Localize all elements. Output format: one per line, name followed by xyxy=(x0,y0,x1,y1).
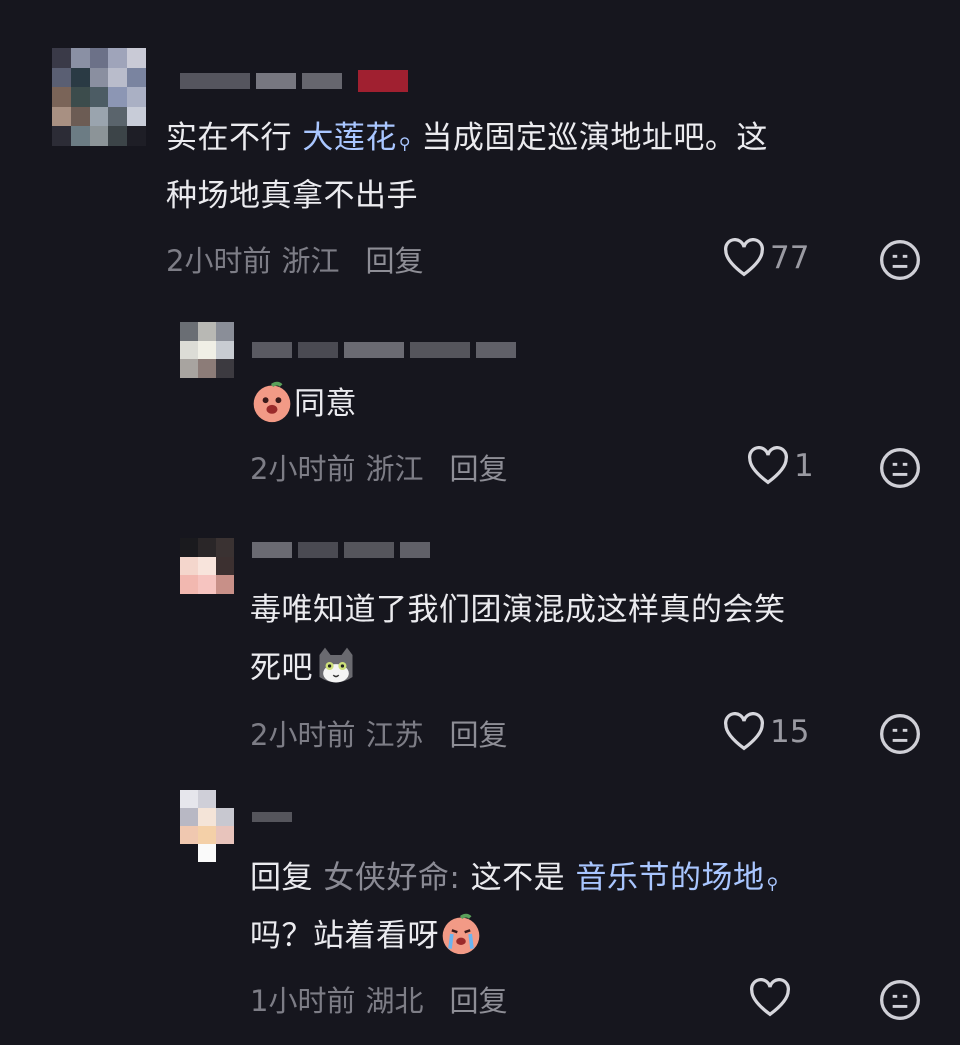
like-count: 77 xyxy=(770,240,810,276)
search-icon: ⚲ xyxy=(398,134,412,153)
heart-outline-icon xyxy=(724,712,764,751)
username-blurred[interactable] xyxy=(180,70,408,92)
timestamp: 2小时前 xyxy=(250,452,356,486)
comment-meta: 2小时前 浙江 回复 xyxy=(166,238,423,280)
reply-button[interactable]: 回复 xyxy=(365,244,423,278)
comment-text-line2: 种场地真拿不出手 xyxy=(166,178,418,214)
avatar[interactable] xyxy=(52,48,146,146)
heart-outline-icon xyxy=(750,978,790,1017)
username-blurred[interactable] xyxy=(252,542,430,558)
location: 浙江 xyxy=(365,452,424,486)
like-button[interactable]: 77 xyxy=(722,238,809,278)
like-count: 15 xyxy=(770,714,810,750)
like-button[interactable]: 15 xyxy=(722,712,809,752)
timestamp: 2小时前 xyxy=(250,718,356,752)
comment-text: 实在不行 大莲花 ⚲ 当成固定巡演地址吧。这 xyxy=(166,110,768,172)
peach-laugh-emoji-icon xyxy=(253,381,291,422)
like-button[interactable]: 1 xyxy=(746,446,814,486)
reply-button[interactable]: 回复 xyxy=(449,452,507,486)
comment-meta: 2小时前 浙江 回复 xyxy=(250,446,507,488)
mention-link[interactable]: 女侠好命: xyxy=(323,860,460,896)
search-link[interactable]: 大莲花 xyxy=(302,120,397,156)
search-link[interactable]: 音乐节的场地 xyxy=(576,860,765,896)
avatar[interactable] xyxy=(180,538,234,594)
avatar[interactable] xyxy=(180,322,234,378)
comment-meta: 2小时前 江苏 回复 xyxy=(250,712,507,754)
peach-cry-emoji-icon xyxy=(442,913,480,954)
timestamp: 2小时前 xyxy=(166,244,272,278)
comment-text: 回复 女侠好命: 这不是 音乐节的场地 ⚲ xyxy=(250,850,779,912)
reply-button[interactable]: 回复 xyxy=(449,984,507,1018)
heart-outline-icon xyxy=(724,238,764,277)
reply-button[interactable]: 回复 xyxy=(449,718,507,752)
location: 浙江 xyxy=(281,244,340,278)
search-icon: ⚲ xyxy=(766,874,779,893)
location: 湖北 xyxy=(365,984,424,1018)
cat-emoji-icon xyxy=(319,647,353,682)
neutral-face-icon[interactable] xyxy=(878,712,922,756)
comment-text-line2: 死吧 xyxy=(250,640,359,696)
neutral-face-icon[interactable] xyxy=(878,978,922,1022)
username-blurred[interactable] xyxy=(252,342,516,358)
location: 江苏 xyxy=(365,718,424,752)
comment-text-line2: 吗？站着看呀 xyxy=(250,908,483,964)
avatar[interactable] xyxy=(180,790,234,862)
neutral-face-icon[interactable] xyxy=(878,446,922,490)
like-button[interactable] xyxy=(748,978,796,1018)
reply-prefix: 回复 xyxy=(250,860,324,896)
username-blurred[interactable] xyxy=(252,812,292,822)
comment-text: 同意 xyxy=(250,376,357,432)
timestamp: 1小时前 xyxy=(250,984,356,1018)
comment-meta: 1小时前 湖北 回复 xyxy=(250,978,507,1020)
like-count: 1 xyxy=(794,448,814,484)
comment-text: 毒唯知道了我们团演混成这样真的会笑 xyxy=(250,592,786,628)
neutral-face-icon[interactable] xyxy=(878,238,922,282)
heart-outline-icon xyxy=(748,446,788,485)
